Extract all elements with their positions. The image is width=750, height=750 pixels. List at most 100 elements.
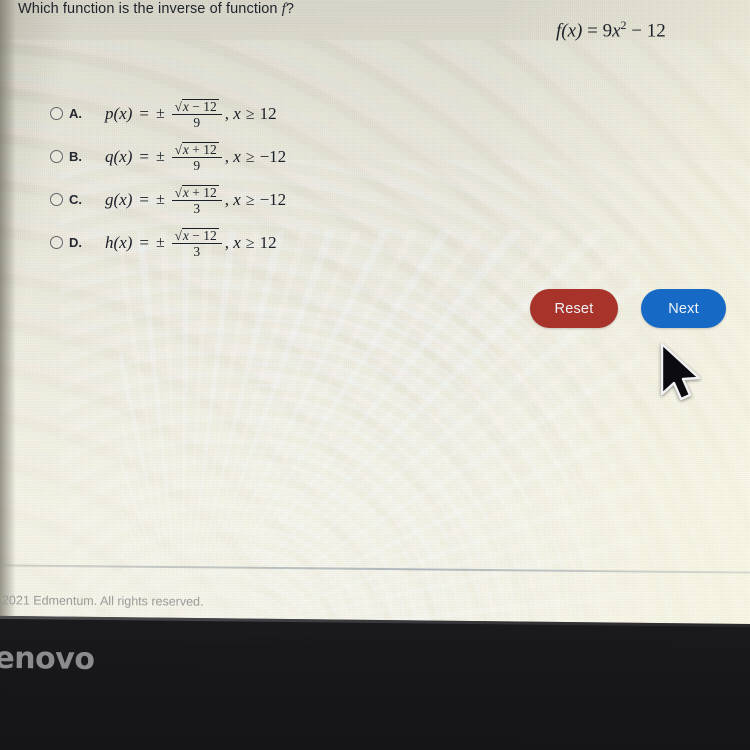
option-expression-c: g(x) = ± √ x + 12 3 , x ≥ −12	[105, 184, 286, 216]
question-prompt: Which function is the inverse of functio…	[18, 1, 294, 18]
given-function-constant: 12	[646, 20, 666, 42]
option-letter-b: B.	[69, 149, 82, 164]
screenshot-root: Which function is the inverse of functio…	[0, 0, 750, 750]
option-b-fraction: √ x + 12 9	[171, 141, 222, 173]
option-b-radicand-variable: x	[182, 141, 189, 157]
option-c-plusminus: ±	[155, 190, 165, 208]
option-b-domain-variable: x	[233, 146, 241, 166]
option-b-denominator: 9	[193, 158, 201, 173]
option-b-lhs: q(x)	[105, 146, 133, 166]
option-a-numerator: √ x − 12	[171, 98, 222, 115]
given-function-lhs: f(x)	[556, 20, 583, 42]
option-a-domain-variable: x	[233, 103, 241, 123]
given-function-equation: f(x) = 9x2 − 12	[556, 18, 666, 42]
option-a-radicand-operator: −	[192, 98, 200, 114]
given-function-equals: =	[587, 20, 598, 42]
option-c-lhs: g(x)	[105, 189, 133, 209]
option-c-radicand-constant: 12	[203, 184, 217, 200]
option-d-domain-relation: ≥	[245, 234, 255, 252]
option-d-domain: , x ≥12	[224, 232, 277, 252]
option-c-radicand: x + 12	[181, 184, 219, 200]
option-d-radicand: x − 12	[181, 227, 219, 243]
option-b-numerator: √ x + 12	[171, 141, 222, 158]
option-d-domain-variable: x	[233, 232, 241, 252]
option-expression-b: q(x) = ± √ x + 12 9 , x ≥ −12	[105, 141, 286, 173]
option-a-radicand-variable: x	[182, 98, 189, 114]
option-d-domain-value: 12	[259, 232, 277, 252]
option-b-domain-value: −12	[259, 146, 287, 166]
option-c-domain-value: −12	[259, 189, 287, 209]
answer-option-b[interactable]: B. q(x) = ± √ x + 12 9 , x ≥ −12	[50, 135, 286, 178]
question-text-before: Which function is the inverse of functio…	[18, 1, 278, 17]
option-letter-a: A.	[69, 106, 82, 121]
option-a-denominator: 9	[193, 115, 201, 130]
option-expression-a: p(x) = ± √ x − 12 9 , x ≥12	[105, 98, 277, 130]
given-function-operator: −	[631, 20, 642, 42]
given-function-variable: x	[612, 20, 621, 42]
question-text-after: ?	[285, 1, 295, 17]
option-a-radicand-constant: 12	[203, 98, 217, 114]
radio-button-icon-c[interactable]	[50, 193, 63, 206]
answer-options-list: A. p(x) = ± √ x − 12 9 , x ≥12 B. q(x) =…	[50, 92, 286, 264]
option-d-numerator: √ x − 12	[171, 227, 222, 244]
answer-option-a[interactable]: A. p(x) = ± √ x − 12 9 , x ≥12	[50, 92, 286, 135]
laptop-bezel: enovo	[0, 615, 750, 750]
option-d-fraction: √ x − 12 3	[171, 227, 222, 259]
option-c-domain-variable: x	[233, 189, 241, 209]
option-letter-d: D.	[69, 235, 82, 250]
option-b-radicand: x + 12	[181, 141, 219, 157]
option-c-equals: =	[139, 189, 149, 209]
given-function-exponent: 2	[620, 18, 627, 32]
option-d-plusminus: ±	[155, 233, 165, 251]
option-b-domain-relation: ≥	[245, 148, 255, 166]
option-d-radicand-constant: 12	[203, 227, 217, 243]
answer-option-d[interactable]: D. h(x) = ± √ x − 12 3 , x ≥12	[50, 221, 286, 264]
option-a-plusminus: ±	[155, 104, 165, 122]
option-c-domain-relation: ≥	[245, 191, 255, 209]
option-a-fraction: √ x − 12 9	[171, 98, 222, 130]
option-d-lhs: h(x)	[105, 232, 133, 252]
option-b-radicand-constant: 12	[203, 141, 217, 157]
option-c-radical: √ x + 12	[175, 184, 219, 200]
option-a-domain-value: 12	[259, 103, 277, 123]
answer-option-c[interactable]: C. g(x) = ± √ x + 12 3 , x ≥ −12	[50, 178, 286, 221]
option-b-radicand-operator: +	[192, 141, 200, 157]
option-c-fraction: √ x + 12 3	[171, 184, 222, 216]
lenovo-logo: enovo	[0, 640, 95, 677]
radical-sign-icon-a: √	[174, 98, 182, 114]
radio-button-icon-a[interactable]	[50, 107, 63, 120]
option-d-radical: √ x − 12	[175, 227, 219, 243]
option-a-radical: √ x − 12	[175, 98, 219, 114]
option-c-numerator: √ x + 12	[171, 184, 222, 201]
option-d-radicand-operator: −	[192, 227, 200, 243]
option-a-domain-relation: ≥	[245, 105, 255, 123]
option-c-radicand-variable: x	[182, 184, 189, 200]
option-b-domain: , x ≥ −12	[224, 146, 287, 166]
option-d-equals: =	[139, 232, 149, 252]
radical-sign-icon-b: √	[174, 141, 182, 157]
copyright-text: 2021 Edmentum. All rights reserved.	[1, 593, 204, 609]
option-c-denominator: 3	[193, 201, 201, 216]
radical-sign-icon-c: √	[174, 184, 182, 200]
option-expression-d: h(x) = ± √ x − 12 3 , x ≥12	[105, 227, 277, 259]
next-button[interactable]: Next	[641, 289, 726, 328]
mouse-cursor-icon	[660, 342, 701, 401]
option-a-equals: =	[139, 103, 149, 123]
given-function-coefficient: 9	[602, 20, 613, 42]
option-a-lhs: p(x)	[105, 103, 133, 123]
option-c-radicand-operator: +	[192, 184, 200, 200]
reset-button[interactable]: Reset	[530, 289, 618, 328]
option-b-equals: =	[139, 146, 149, 166]
option-d-denominator: 3	[193, 244, 201, 259]
option-a-domain: , x ≥12	[224, 103, 277, 123]
footer-divider	[0, 564, 750, 574]
option-b-plusminus: ±	[155, 147, 165, 165]
option-b-radical: √ x + 12	[175, 141, 219, 157]
radical-sign-icon-d: √	[174, 227, 182, 243]
quiz-content: Which function is the inverse of functio…	[0, 0, 750, 640]
radio-button-icon-b[interactable]	[50, 150, 63, 163]
radio-button-icon-d[interactable]	[50, 236, 63, 249]
option-a-radicand: x − 12	[181, 98, 219, 114]
option-c-domain: , x ≥ −12	[224, 189, 287, 209]
option-letter-c: C.	[69, 192, 82, 207]
